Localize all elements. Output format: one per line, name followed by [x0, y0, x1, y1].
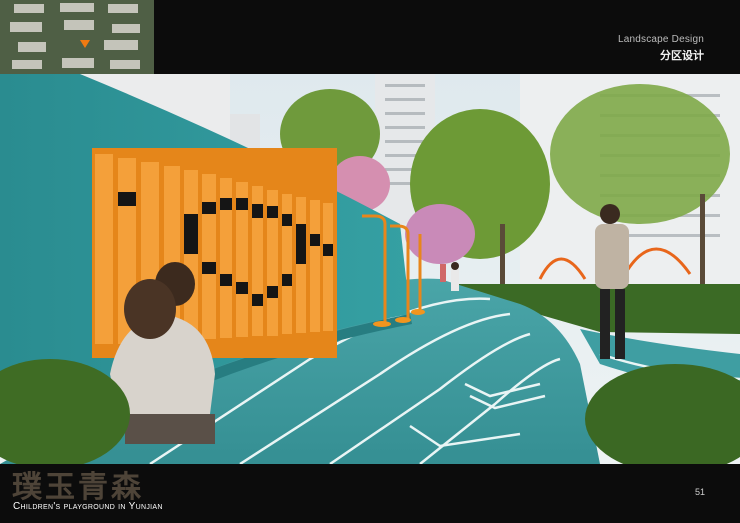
location-marker-icon [80, 40, 90, 48]
minimap-building [64, 20, 94, 30]
section-title-en: Landscape Design [617, 34, 704, 45]
header-bar: Landscape Design 分区设计 [0, 0, 740, 74]
playground-rendering [0, 74, 740, 464]
minimap-building [110, 60, 140, 69]
minimap-building [112, 24, 140, 33]
minimap-building [18, 42, 46, 52]
minimap-building [60, 3, 94, 12]
minimap-building [108, 4, 138, 13]
page-number: 51 [694, 487, 705, 497]
minimap-building [14, 4, 44, 13]
minimap-building [62, 58, 94, 68]
section-title-cn: 分区设计 [660, 50, 704, 62]
minimap-building [10, 22, 42, 32]
minimap-building [104, 40, 138, 50]
site-location-minimap [0, 0, 154, 74]
brand-subtitle-en: Children's playground in Yunjian [13, 501, 163, 512]
rendering-illustration [0, 74, 740, 464]
pixel-art-panel [92, 148, 337, 358]
minimap-building [12, 60, 42, 69]
footer-bar: 璞玉青森 Children's playground in Yunjian 51 [0, 464, 740, 523]
brand-logo-cn: 璞玉青森 [12, 470, 144, 505]
